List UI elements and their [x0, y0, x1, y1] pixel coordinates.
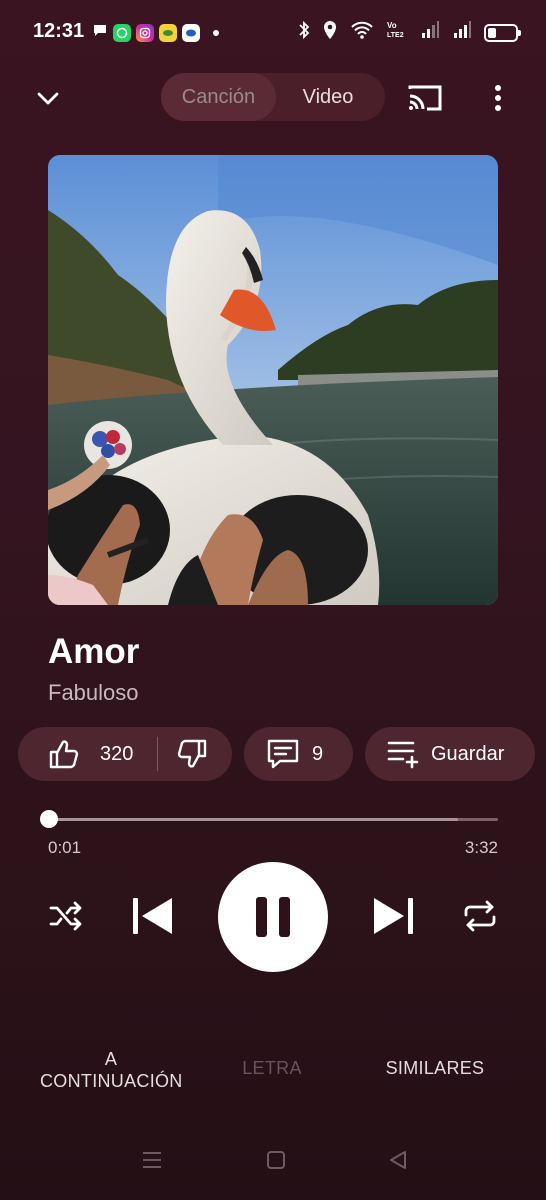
like-count: 320 [100, 742, 134, 765]
comment-count: 9 [312, 742, 324, 765]
skip-previous-icon [133, 898, 172, 934]
battery-icon [484, 23, 521, 42]
svg-text:Vo: Vo [387, 21, 397, 30]
svg-text:LTE2: LTE2 [387, 32, 404, 39]
app-icon-yellow [159, 23, 177, 42]
home-square-icon [267, 1151, 285, 1169]
wifi-icon [350, 21, 374, 44]
next-button[interactable] [370, 894, 418, 938]
shuffle-icon [49, 901, 82, 931]
location-icon [322, 20, 338, 45]
system-nav-bar [0, 1130, 546, 1200]
more-vert-icon [495, 85, 501, 111]
toggle-song[interactable]: Canción [161, 73, 276, 121]
player-top-bar: Canción Video [0, 70, 546, 126]
song-video-toggle: Canción Video [161, 73, 385, 121]
shuffle-button[interactable] [44, 896, 88, 936]
more-options-button[interactable] [480, 78, 516, 118]
like-divider [157, 737, 158, 771]
progress-thumb[interactable] [40, 810, 58, 828]
back-button[interactable] [384, 1146, 412, 1174]
progress-bar[interactable] [48, 818, 498, 821]
save-button[interactable]: Guardar [365, 727, 535, 781]
comments-button[interactable]: 9 [244, 727, 353, 781]
status-time: 12:31 [33, 20, 85, 42]
toggle-video[interactable]: Video [271, 73, 385, 121]
back-triangle-icon [390, 1151, 406, 1169]
like-dislike-chip: 320 [18, 727, 232, 781]
comment-icon [267, 739, 299, 769]
whatsapp-icon [113, 23, 131, 42]
progress-buffered [48, 818, 458, 821]
track-artist[interactable]: Fabuloso [48, 680, 139, 706]
signal-icon-2 [452, 21, 472, 44]
system-icons: Vo LTE2 [298, 20, 521, 45]
skip-next-icon [374, 898, 413, 934]
save-label: Guardar [431, 742, 505, 765]
current-time: 0:01 [48, 838, 82, 857]
status-bar: 12:31 Vo LTE2 [0, 0, 546, 64]
repeat-button[interactable] [458, 896, 502, 936]
battery-fill [488, 27, 496, 38]
dislike-button[interactable] [176, 738, 208, 770]
bluetooth-icon [298, 20, 310, 45]
chevron-down-icon [37, 92, 59, 105]
app-icon-blue [182, 23, 200, 42]
thumbs-down-icon [177, 739, 207, 768]
instagram-icon [136, 23, 154, 42]
previous-button[interactable] [128, 894, 176, 938]
pause-icon [256, 897, 290, 937]
volte-icon: Vo LTE2 [386, 20, 408, 45]
tab-up-next[interactable]: A CONTINUACIÓN [40, 1048, 182, 1092]
repeat-icon [464, 900, 496, 932]
signal-icon-1 [420, 21, 440, 44]
cast-button[interactable] [404, 78, 446, 118]
play-pause-button[interactable] [218, 862, 328, 972]
recents-button[interactable] [138, 1146, 166, 1174]
notification-icons [92, 22, 219, 43]
more-notifications-dot [213, 29, 219, 36]
album-artwork [48, 155, 498, 605]
cast-icon [408, 85, 442, 111]
home-button[interactable] [262, 1146, 290, 1174]
menu-lines-icon [143, 1152, 161, 1168]
like-button[interactable]: 320 [48, 738, 133, 770]
total-time: 3:32 [464, 838, 498, 857]
tab-similar[interactable]: SIMILARES [370, 1058, 500, 1079]
playlist-add-icon [387, 741, 419, 769]
chat-bubble-icon [92, 22, 108, 43]
thumbs-up-icon [49, 740, 79, 769]
collapse-button[interactable] [28, 78, 68, 118]
track-title: Amor [48, 632, 140, 671]
tab-lyrics[interactable]: LETRA [222, 1058, 322, 1079]
